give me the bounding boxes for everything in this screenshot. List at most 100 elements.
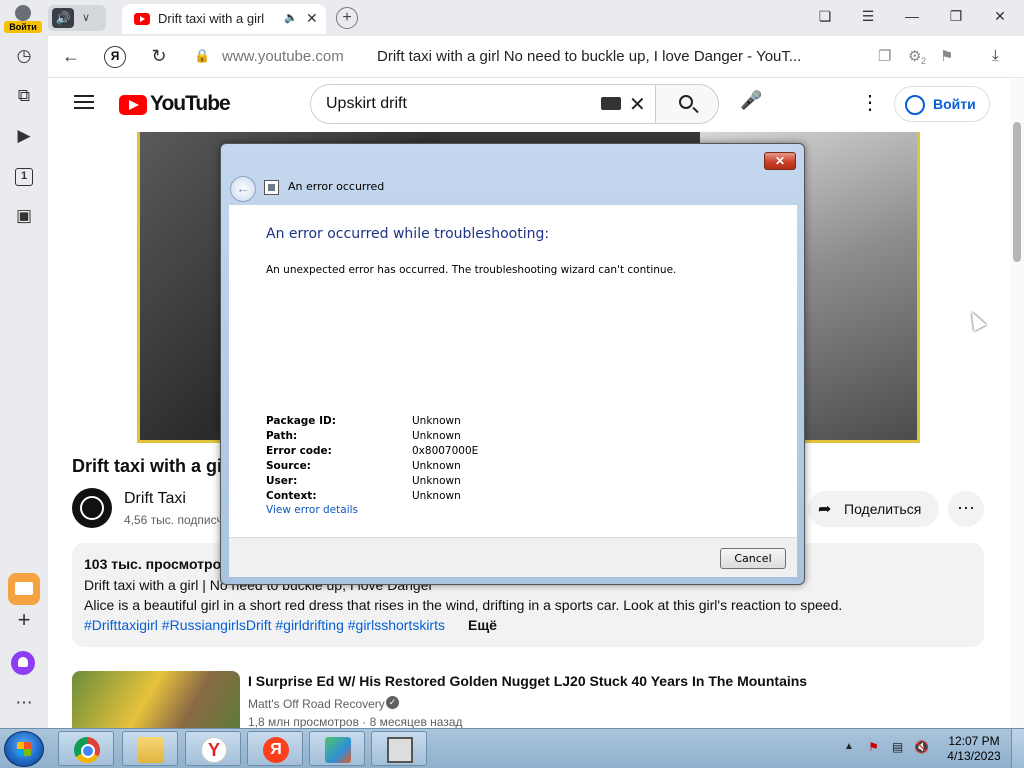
- screenshot-camera-icon[interactable]: ▣: [12, 204, 36, 228]
- tab-youtube[interactable]: Drift taxi with a girl N 🔈 ✕: [122, 4, 326, 34]
- description-hashtags[interactable]: #Drifttaxigirl #RussiangirlsDrift #girld…: [84, 617, 445, 633]
- detail-key: Package ID:: [266, 415, 336, 427]
- bookmarks-panel-icon[interactable]: ❏: [815, 8, 835, 25]
- action-center-flag-icon[interactable]: ⚑: [866, 740, 881, 755]
- address-page-title[interactable]: Drift taxi with a girl No need to buckle…: [377, 48, 801, 65]
- taskbar-app-yandex-browser[interactable]: Y: [185, 731, 241, 766]
- detail-key: User:: [266, 475, 298, 487]
- tray-expand-icon[interactable]: ▲: [844, 741, 854, 752]
- channel-name[interactable]: Drift Taxi: [124, 490, 186, 508]
- add-panel-icon[interactable]: +: [12, 608, 36, 632]
- recommended-channel-name[interactable]: Matt's Off Road Recovery: [248, 697, 385, 711]
- search-button[interactable]: [655, 84, 719, 124]
- detail-row: User: Unknown: [266, 475, 626, 490]
- counter-icon[interactable]: 1: [15, 168, 33, 186]
- recommended-video-meta: 1,8 млн просмотров · 8 месяцев назад: [248, 715, 463, 729]
- search-query[interactable]: Upskirt drift: [326, 95, 407, 113]
- reload-icon[interactable]: ↻: [148, 46, 170, 67]
- close-tab-icon[interactable]: ✕: [306, 10, 318, 27]
- history-clock-icon[interactable]: ◷: [12, 44, 36, 68]
- browser-sidebar: ◷ ⧉ ▶ 1 ▣ + ⋯: [0, 36, 48, 728]
- volume-muted-icon[interactable]: 🔇: [914, 740, 929, 755]
- start-button[interactable]: [4, 731, 44, 767]
- detail-value: Unknown: [412, 460, 461, 472]
- tab-sound-icon[interactable]: 🔈: [284, 11, 298, 24]
- speaker-icon[interactable]: 🔊: [52, 8, 74, 28]
- alice-assistant-icon[interactable]: [11, 651, 35, 675]
- recommended-video-thumbnail[interactable]: [72, 671, 240, 728]
- detail-row: Source: Unknown: [266, 460, 626, 475]
- error-dialog: ✕ ← An error occurred An error occurred …: [220, 143, 805, 585]
- view-error-details-link[interactable]: View error details: [266, 504, 358, 516]
- settings-kebab-icon[interactable]: ⋮: [860, 90, 880, 115]
- dialog-back-arrow-icon[interactable]: ←: [230, 176, 256, 202]
- profile-icon: [15, 5, 31, 21]
- menu-icon[interactable]: ☰: [858, 8, 878, 25]
- video-player-icon[interactable]: ▶: [12, 124, 36, 148]
- collections-icon[interactable]: ⧉: [12, 84, 36, 108]
- show-desktop-button[interactable]: [1011, 729, 1024, 768]
- taskbar-app-explorer[interactable]: [122, 731, 178, 766]
- share-arrow-icon: ➦: [818, 501, 832, 518]
- profile-login-button[interactable]: Войти: [4, 3, 42, 33]
- taskbar-app-chrome[interactable]: [58, 731, 114, 766]
- network-icon[interactable]: ▤: [890, 740, 905, 755]
- detail-row: Path: Unknown: [266, 430, 626, 445]
- keyboard-icon[interactable]: [601, 97, 621, 110]
- chevron-down-icon[interactable]: ∨: [82, 8, 90, 28]
- clock-time: 12:07 PM: [948, 734, 1000, 748]
- account-icon: [905, 95, 925, 115]
- clear-search-icon[interactable]: ✕: [629, 92, 646, 117]
- cancel-button[interactable]: Cancel: [720, 548, 786, 569]
- description-line-2: Alice is a beautiful girl in a short red…: [84, 597, 843, 613]
- taskbar-app-cubes[interactable]: [309, 731, 365, 766]
- taskbar-app-yandex[interactable]: Я: [247, 731, 303, 766]
- detail-row: Error code: 0x8007000E: [266, 445, 626, 460]
- recommended-video-title[interactable]: I Surprise Ed W/ His Restored Golden Nug…: [248, 673, 807, 689]
- close-window-button[interactable]: ✕: [990, 8, 1010, 25]
- minimize-button[interactable]: —: [902, 8, 922, 24]
- mail-icon[interactable]: [8, 573, 40, 605]
- scrollbar-thumb[interactable]: [1013, 122, 1021, 262]
- microphone-icon[interactable]: 🎤: [740, 90, 762, 111]
- tab-copy-icon[interactable]: ❐: [878, 47, 891, 65]
- youtube-favicon-icon: [134, 13, 150, 25]
- subscriber-count: 4,56 тыс. подписчиков: [124, 513, 224, 527]
- window-icon: [387, 737, 413, 763]
- detail-value: Unknown: [412, 415, 461, 427]
- signin-button[interactable]: Войти: [894, 86, 990, 122]
- more-dots-icon[interactable]: ⋯: [12, 691, 36, 715]
- youtube-logo-icon[interactable]: [119, 95, 147, 115]
- channel-avatar[interactable]: [72, 488, 112, 528]
- system-clock[interactable]: 12:07 PM 4/13/2023: [944, 734, 1004, 764]
- folder-icon: [138, 737, 164, 763]
- detail-key: Context:: [266, 490, 317, 502]
- extensions-icon[interactable]: ⚙: [908, 47, 921, 65]
- detail-key: Error code:: [266, 445, 332, 457]
- download-icon[interactable]: ⤓: [992, 47, 999, 64]
- detail-key: Path:: [266, 430, 298, 442]
- page-scrollbar[interactable]: [1010, 78, 1024, 728]
- description-more-link[interactable]: Ещё: [468, 617, 497, 633]
- mouse-cursor-icon: [965, 308, 987, 332]
- restore-button[interactable]: ❐: [946, 8, 966, 25]
- browser-toolbar: ← Я ↻ 🔒 www.youtube.com Drift taxi with …: [48, 36, 1024, 78]
- share-button[interactable]: ➦ Поделиться: [808, 491, 939, 527]
- tab-audio-group[interactable]: 🔊 ∨: [48, 5, 106, 31]
- dialog-close-button[interactable]: ✕: [764, 152, 796, 170]
- search-input[interactable]: Upskirt drift ✕: [310, 84, 656, 124]
- yandex-button[interactable]: Я: [104, 46, 126, 68]
- new-tab-button[interactable]: +: [336, 7, 358, 29]
- youtube-logo-text[interactable]: YouTube: [150, 92, 231, 116]
- extensions-badge: 2: [921, 56, 927, 66]
- address-domain[interactable]: www.youtube.com: [222, 48, 344, 65]
- bookmark-icon[interactable]: ⚑: [940, 47, 953, 65]
- share-label: Поделиться: [844, 501, 922, 517]
- hamburger-menu-icon[interactable]: [74, 95, 94, 97]
- more-actions-button[interactable]: ⋯: [948, 491, 984, 527]
- back-arrow-icon[interactable]: ←: [60, 46, 82, 67]
- lock-icon[interactable]: 🔒: [194, 48, 210, 64]
- dialog-main-instruction: An error occurred while troubleshooting:: [266, 226, 550, 242]
- detail-row: Package ID: Unknown: [266, 415, 626, 430]
- taskbar-app-error-window[interactable]: [371, 731, 427, 766]
